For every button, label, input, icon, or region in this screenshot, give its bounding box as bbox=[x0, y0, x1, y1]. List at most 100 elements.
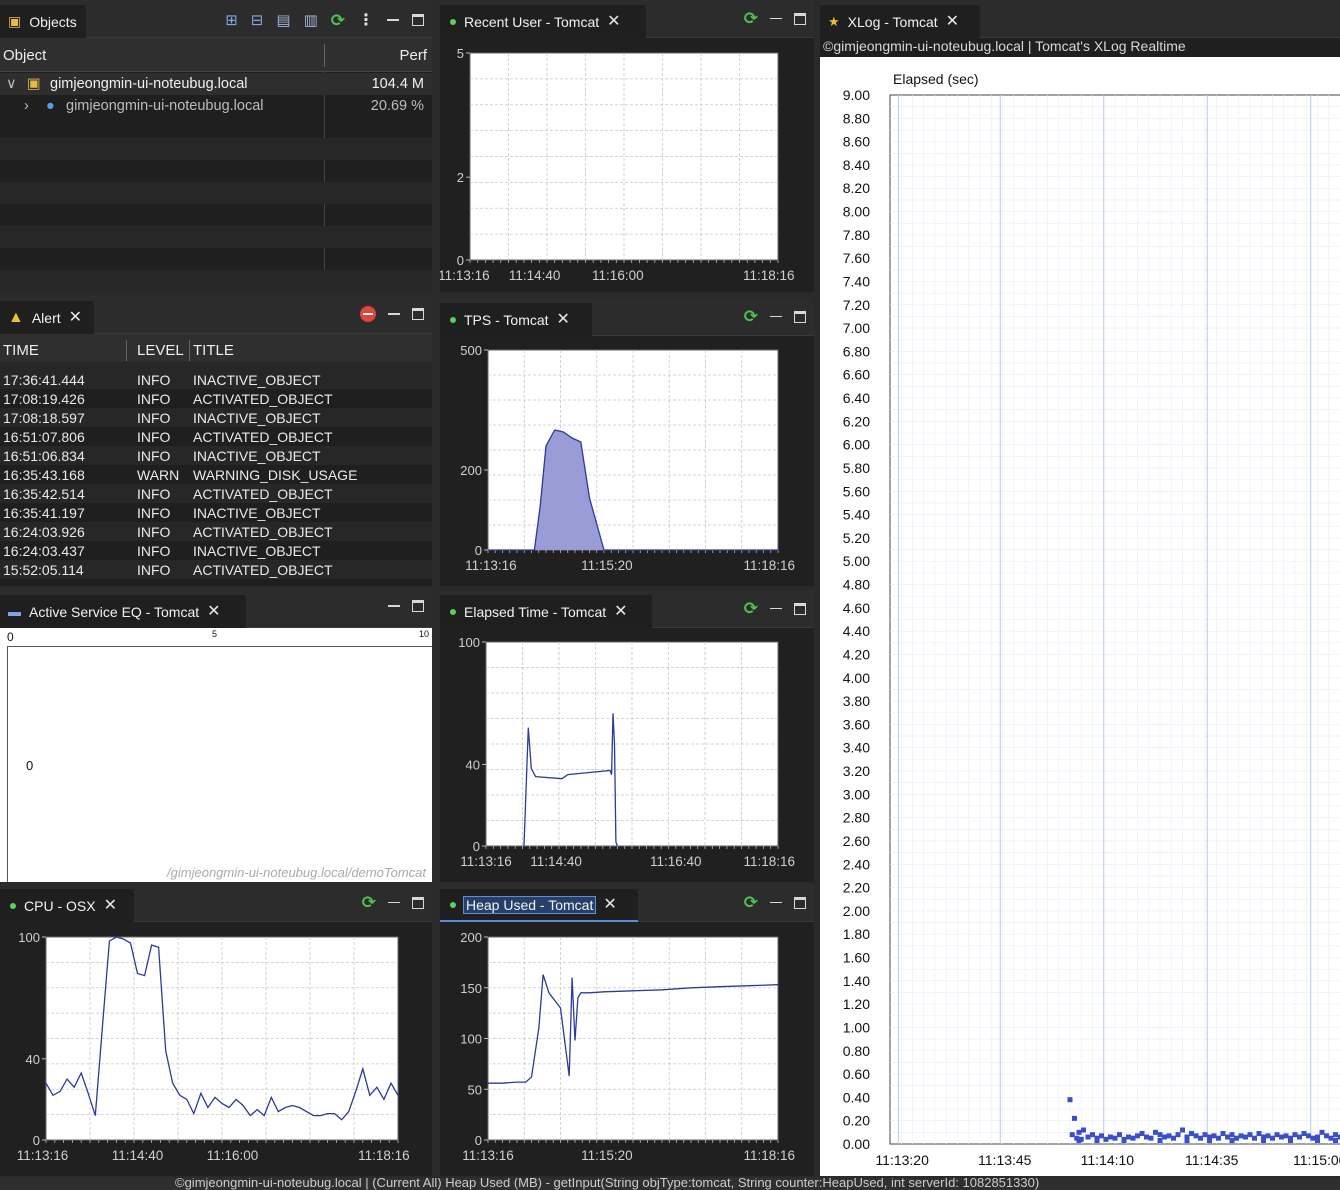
table-row[interactable]: 16:24:03.437 INFO INACTIVE_OBJECT bbox=[0, 541, 432, 560]
alert-time: 17:36:41.444 bbox=[3, 372, 85, 388]
elapsed-chart: 0 40 100 11:13:16 11:14:40 11:16:40 11:18:16 bbox=[458, 635, 795, 869]
close-icon[interactable]: ✕ bbox=[207, 603, 220, 620]
maximize-icon[interactable] bbox=[794, 310, 806, 323]
xlog-point bbox=[1090, 1132, 1095, 1138]
minimize-icon[interactable] bbox=[388, 309, 400, 319]
col-perf[interactable]: Perf bbox=[399, 47, 427, 64]
maximize-icon[interactable] bbox=[412, 14, 424, 26]
maximize-icon[interactable] bbox=[794, 602, 806, 615]
close-icon[interactable]: ✕ bbox=[614, 603, 627, 620]
active-service-tabbar: ▬ Active Service EQ - Tomcat ✕ bbox=[0, 590, 432, 628]
tab-objects[interactable]: ▣ Objects bbox=[0, 5, 86, 38]
xlog-point bbox=[1135, 1133, 1140, 1139]
col-object[interactable]: Object bbox=[3, 47, 46, 64]
cpu-chart: 0 40 100 11:13:16 11:14:40 11:16:00 11:18:16 bbox=[17, 930, 410, 1163]
refresh-icon[interactable]: ⟳ bbox=[744, 894, 758, 911]
minimize-icon[interactable] bbox=[388, 898, 400, 908]
clear-alerts-icon[interactable] bbox=[360, 306, 376, 322]
refresh-icon[interactable]: ⟳ bbox=[331, 12, 345, 29]
y-axis-title: Elapsed (sec) bbox=[893, 71, 979, 87]
close-icon[interactable]: ✕ bbox=[603, 896, 616, 913]
y-tick-label: 1.20 bbox=[843, 996, 870, 1012]
elapsed-chart-area: 0 40 100 11:13:16 11:14:40 11:16:40 11:18:16 bbox=[440, 628, 814, 882]
x-tick-label: 11:16:00 bbox=[207, 1148, 259, 1163]
close-icon[interactable]: ✕ bbox=[104, 897, 117, 914]
table-row[interactable]: 17:08:19.426 INFO ACTIVATED_OBJECT bbox=[0, 389, 432, 408]
minimize-icon[interactable] bbox=[388, 601, 400, 611]
xlog-point bbox=[1139, 1131, 1145, 1137]
close-icon[interactable]: ✕ bbox=[69, 309, 82, 326]
heap-tabbar: Heap Used - Tomcat ✕ ⟳ bbox=[440, 884, 814, 922]
table-row[interactable]: 16:35:42.514 INFO ACTIVATED_OBJECT bbox=[0, 484, 432, 503]
xlog-point bbox=[1301, 1131, 1307, 1137]
close-icon[interactable]: ✕ bbox=[557, 311, 570, 328]
xlog-point bbox=[1148, 1135, 1154, 1141]
recent-user-chart: 0 2 5 11:13:16 11:14:40 11:16:00 11:18:16 bbox=[440, 46, 795, 283]
status-dot-icon bbox=[450, 316, 456, 323]
tab-cpu[interactable]: CPU - OSX ✕ bbox=[0, 889, 134, 922]
table-row[interactable]: 15:52:05.114 INFO ACTIVATED_OBJECT bbox=[0, 560, 432, 579]
xlog-point bbox=[1256, 1131, 1262, 1137]
recent-user-tabbar: Recent User - Tomcat ✕ ⟳ bbox=[440, 0, 814, 38]
table-row[interactable]: ∨ ▣ gimjeongmin-ui-noteubug.local 104.4 … bbox=[0, 73, 432, 95]
maximize-icon[interactable] bbox=[412, 308, 424, 320]
table-row[interactable]: 17:08:18.597 INFO INACTIVE_OBJECT bbox=[0, 408, 432, 427]
heap-tools: ⟳ bbox=[744, 894, 806, 911]
tree-expander-icon[interactable]: › bbox=[24, 98, 29, 114]
table-row[interactable]: 16:51:06.834 INFO INACTIVE_OBJECT bbox=[0, 446, 432, 465]
tab-tps[interactable]: TPS - Tomcat ✕ bbox=[440, 303, 592, 336]
y-tick-label: 100 bbox=[458, 635, 480, 650]
maximize-icon[interactable] bbox=[412, 600, 424, 612]
alert-level: INFO bbox=[137, 543, 171, 559]
close-icon[interactable]: ✕ bbox=[946, 13, 959, 30]
table-row[interactable]: 16:51:07.806 INFO ACTIVATED_OBJECT bbox=[0, 427, 432, 446]
table-row[interactable]: 16:24:03.926 INFO ACTIVATED_OBJECT bbox=[0, 522, 432, 541]
refresh-icon[interactable]: ⟳ bbox=[744, 600, 758, 617]
tab-alert[interactable]: ▲ Alert ✕ bbox=[0, 301, 94, 334]
refresh-icon[interactable]: ⟳ bbox=[744, 308, 758, 325]
minimize-icon[interactable] bbox=[770, 312, 782, 322]
y-tick-label: 5.60 bbox=[843, 483, 870, 499]
y-tick-label: 50 bbox=[468, 1082, 482, 1097]
close-icon[interactable]: ✕ bbox=[607, 13, 620, 30]
maximize-icon[interactable] bbox=[412, 896, 424, 909]
refresh-icon[interactable]: ⟳ bbox=[744, 10, 758, 27]
table-row[interactable]: › ● gimjeongmin-ui-noteubug.local 20.69 … bbox=[0, 95, 432, 117]
tab-heap[interactable]: Heap Used - Tomcat ✕ bbox=[440, 889, 638, 922]
expand-all-icon[interactable]: ⊞ bbox=[225, 11, 238, 29]
maximize-icon[interactable] bbox=[794, 896, 806, 909]
y-tick-label: 4.20 bbox=[843, 646, 870, 662]
tab-active-service[interactable]: ▬ Active Service EQ - Tomcat ✕ bbox=[0, 595, 246, 628]
alert-title: INACTIVE_OBJECT bbox=[193, 372, 321, 388]
tps-tabbar: TPS - Tomcat ✕ ⟳ bbox=[440, 298, 814, 336]
collapse-all-icon[interactable]: ⊟ bbox=[251, 11, 264, 29]
x-tick-label: 11:14:35 bbox=[1185, 1152, 1239, 1168]
alert-time: 16:35:42.514 bbox=[3, 486, 85, 502]
xlog-chart[interactable]: Elapsed (sec) 0.00 0.20 0.40 0.60 0.80 1.00 1.2… bbox=[820, 57, 1340, 1176]
server-list-icon[interactable]: ▥ bbox=[304, 11, 318, 29]
more-menu-icon[interactable]: ⋮ bbox=[358, 10, 374, 30]
minimize-icon[interactable] bbox=[770, 604, 782, 614]
tab-xlog[interactable]: ★ XLog - Tomcat ✕ bbox=[820, 5, 980, 38]
table-row[interactable]: 16:35:41.197 INFO INACTIVE_OBJECT bbox=[0, 503, 432, 522]
tab-elapsed[interactable]: Elapsed Time - Tomcat ✕ bbox=[440, 595, 652, 628]
table-row[interactable]: 16:35:43.168 WARN WARNING_DISK_USAGE bbox=[0, 465, 432, 484]
alert-level: INFO bbox=[137, 562, 171, 578]
table-row[interactable]: 17:36:41.444 INFO INACTIVE_OBJECT bbox=[0, 370, 432, 389]
alert-title: INACTIVE_OBJECT bbox=[193, 543, 321, 559]
star-icon: ★ bbox=[828, 13, 840, 29]
col-title[interactable]: TITLE bbox=[193, 342, 234, 359]
alert-time: 16:35:41.197 bbox=[3, 505, 85, 521]
tree-expander-icon[interactable]: ∨ bbox=[6, 76, 17, 92]
refresh-icon[interactable]: ⟳ bbox=[362, 894, 376, 911]
minimize-icon[interactable] bbox=[387, 15, 399, 25]
tab-tps-label: TPS - Tomcat bbox=[464, 311, 549, 328]
minimize-icon[interactable] bbox=[770, 898, 782, 908]
minimize-icon[interactable] bbox=[770, 14, 782, 24]
maximize-icon[interactable] bbox=[794, 12, 806, 25]
monitor-icon[interactable]: ▤ bbox=[276, 11, 290, 29]
col-time[interactable]: TIME bbox=[3, 342, 39, 359]
active-service-value: 0 bbox=[26, 758, 34, 773]
col-level[interactable]: LEVEL bbox=[137, 342, 184, 359]
tab-recent-user[interactable]: Recent User - Tomcat ✕ bbox=[440, 5, 646, 38]
